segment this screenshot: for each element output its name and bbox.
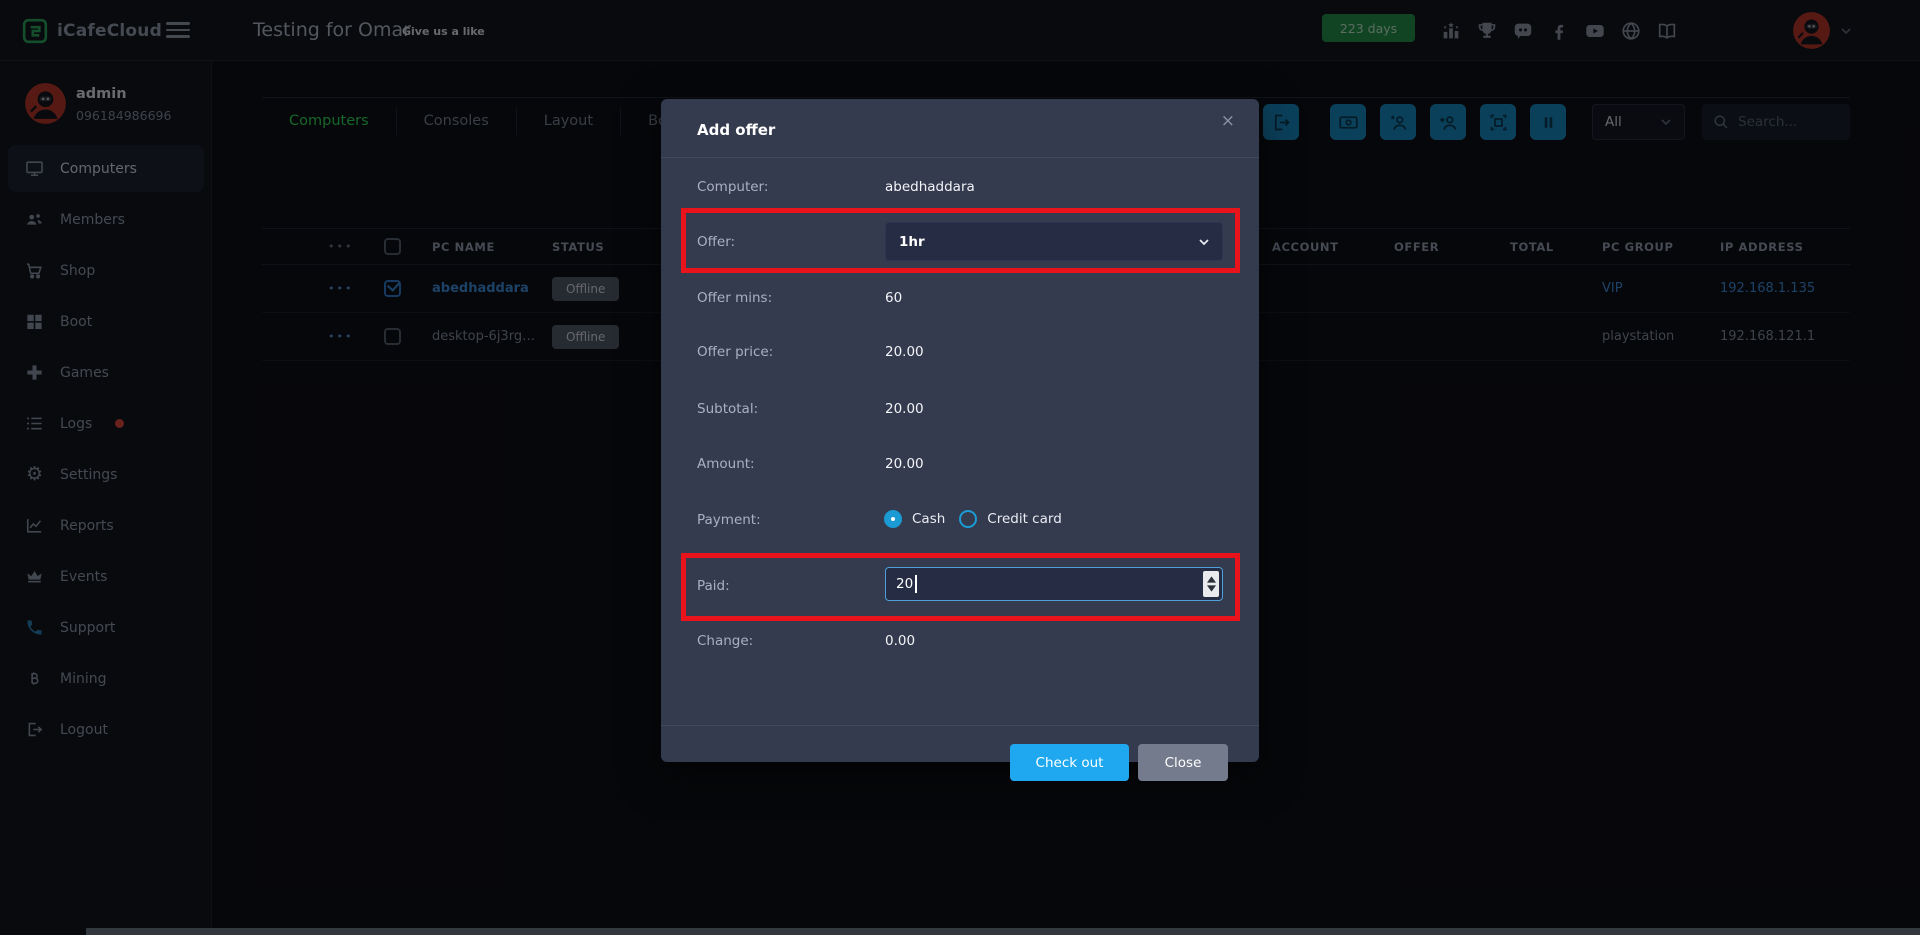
payment-option-credit-card[interactable]: Credit card (959, 510, 1061, 528)
change-value: 0.00 (885, 633, 915, 649)
computer-label: Computer: (697, 179, 768, 195)
close-button[interactable]: Close (1138, 744, 1228, 781)
amount-value: 20.00 (885, 456, 924, 472)
subtotal-value: 20.00 (885, 401, 924, 417)
radio-unselected-icon[interactable] (959, 510, 977, 528)
radio-selected-icon[interactable] (884, 510, 902, 528)
payment-options: Cash Credit card (884, 510, 1062, 528)
payment-option-label: Credit card (987, 511, 1061, 527)
check-out-button[interactable]: Check out (1010, 744, 1129, 781)
modal-title: Add offer (697, 121, 775, 139)
app-root: iCafeCloud Testing for Omar Give us a li… (0, 0, 1920, 935)
offer-price-label: Offer price: (697, 344, 773, 360)
add-offer-modal: Add offer × Computer: abedhaddara Offer:… (661, 99, 1259, 762)
offer-mins-label: Offer mins: (697, 290, 772, 306)
modal-header-divider (661, 157, 1259, 158)
computer-value: abedhaddara (885, 179, 975, 195)
subtotal-label: Subtotal: (697, 401, 758, 417)
offer-mins-value: 60 (885, 290, 902, 306)
annotation-offer-highlight (681, 208, 1240, 273)
payment-label: Payment: (697, 512, 761, 528)
offer-price-value: 20.00 (885, 344, 924, 360)
modal-footer-divider (661, 725, 1259, 726)
payment-option-cash[interactable]: Cash (884, 510, 945, 528)
payment-option-label: Cash (912, 511, 945, 527)
amount-label: Amount: (697, 456, 755, 472)
change-label: Change: (697, 633, 753, 649)
annotation-paid-highlight (681, 553, 1240, 621)
close-icon[interactable]: × (1221, 111, 1235, 131)
